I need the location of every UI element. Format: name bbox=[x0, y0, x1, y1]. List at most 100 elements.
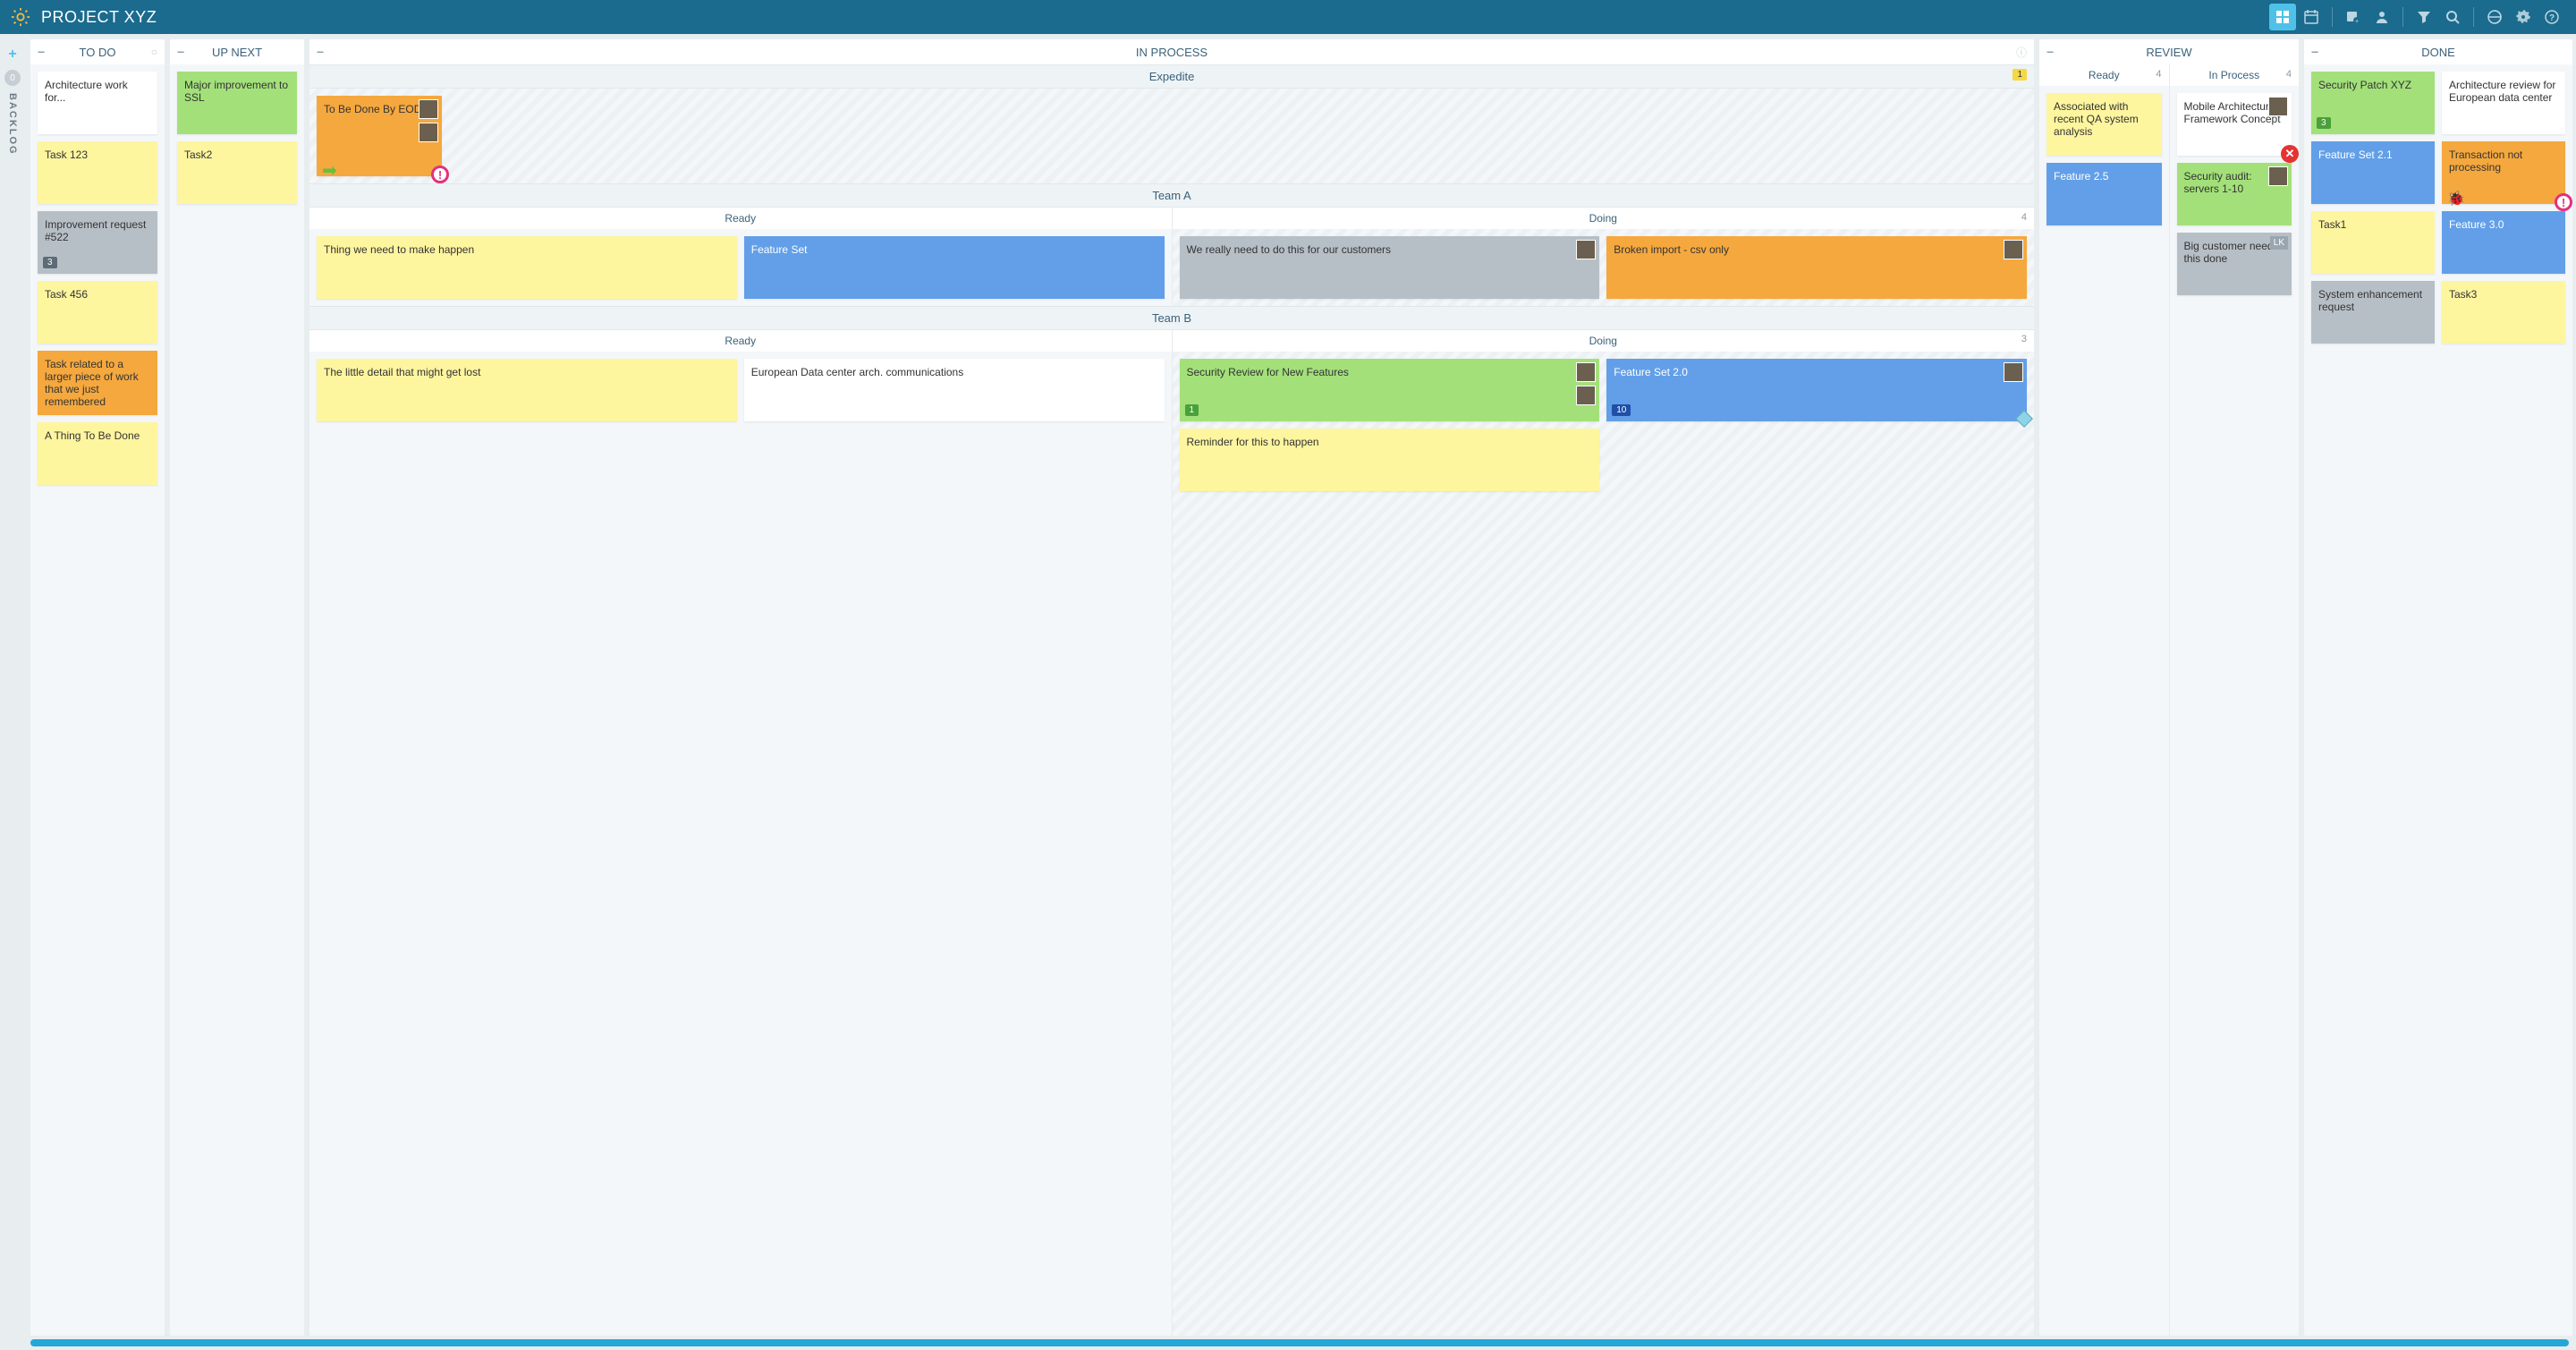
column-review: − REVIEW Ready 4 Associated with recent … bbox=[2039, 39, 2299, 1336]
collapse-icon[interactable]: − bbox=[177, 45, 184, 59]
card[interactable]: Big customer needs this doneLK bbox=[2177, 233, 2292, 295]
card[interactable]: Security audit: servers 1-10 bbox=[2177, 163, 2292, 225]
column-header-done[interactable]: − DONE bbox=[2304, 39, 2572, 64]
tag-icon bbox=[2015, 410, 2033, 428]
column-upnext: − UP NEXT Major improvement to SSL Task2 bbox=[170, 39, 304, 1336]
card[interactable]: Mobile Architecture Framework Concept✕ bbox=[2177, 93, 2292, 156]
horizontal-scrollbar[interactable] bbox=[30, 1339, 2569, 1346]
board-view-icon[interactable] bbox=[2269, 4, 2296, 30]
card[interactable]: Thing we need to make happen bbox=[317, 236, 737, 299]
card[interactable]: Feature 2.5 bbox=[2046, 163, 2162, 225]
collapse-icon[interactable]: − bbox=[317, 45, 324, 59]
card[interactable]: System enhancement request bbox=[2311, 281, 2435, 344]
column-header-inprocess[interactable]: − IN PROCESS ⓘ bbox=[309, 39, 2034, 64]
card-text: Major improvement to SSL bbox=[184, 79, 288, 104]
card-text: A Thing To Be Done bbox=[45, 429, 140, 442]
subcol-header[interactable]: Doing 3 bbox=[1173, 330, 2035, 352]
card[interactable]: Broken import - csv only bbox=[1606, 236, 2027, 299]
swimlane-team-a[interactable]: Team A bbox=[309, 183, 2034, 208]
card-text: Transaction not processing bbox=[2449, 149, 2522, 174]
column-menu-icon[interactable]: ○ bbox=[151, 46, 157, 58]
subcol-title: In Process bbox=[2208, 69, 2259, 81]
card[interactable]: We really need to do this for our custom… bbox=[1180, 236, 1600, 299]
subcol-header[interactable]: In Process 4 bbox=[2170, 64, 2300, 86]
info-icon[interactable]: ⓘ bbox=[2016, 45, 2027, 60]
card[interactable]: Feature Set bbox=[744, 236, 1165, 299]
card[interactable]: Feature Set 2.010 bbox=[1606, 359, 2027, 421]
card[interactable]: Task 123 bbox=[38, 141, 157, 204]
subcol-title: Doing bbox=[1589, 335, 1617, 347]
alert-icon: ! bbox=[431, 166, 449, 183]
card[interactable]: Security Review for New Features1 bbox=[1180, 359, 1600, 421]
card[interactable]: Improvement request #5223 bbox=[38, 211, 157, 274]
backlog-count-badge: 0 bbox=[4, 70, 21, 86]
card-text: Broken import - csv only bbox=[1614, 243, 1729, 256]
subcol-review-inprocess: In Process 4 Mobile Architecture Framewo… bbox=[2169, 64, 2300, 1336]
card-text: Task2 bbox=[184, 149, 212, 161]
column-header-upnext[interactable]: − UP NEXT bbox=[170, 39, 304, 64]
topbar-actions: + ? bbox=[2269, 4, 2565, 30]
svg-text:?: ? bbox=[2549, 13, 2555, 23]
gear-icon[interactable] bbox=[2510, 4, 2537, 30]
collapse-icon[interactable]: − bbox=[38, 45, 45, 59]
app-logo-icon bbox=[11, 7, 30, 27]
avatar-icon bbox=[419, 99, 438, 119]
collapse-icon[interactable]: − bbox=[2046, 45, 2054, 59]
card[interactable]: Major improvement to SSL bbox=[177, 72, 297, 134]
search-icon[interactable] bbox=[2439, 4, 2466, 30]
card[interactable]: Task3 bbox=[2442, 281, 2565, 344]
column-title: DONE bbox=[2421, 46, 2455, 59]
card[interactable]: Task1 bbox=[2311, 211, 2435, 274]
card[interactable]: The little detail that might get lost bbox=[317, 359, 737, 421]
avatar-icon bbox=[1576, 362, 1596, 382]
column-header-review[interactable]: − REVIEW bbox=[2039, 39, 2299, 64]
card[interactable]: Transaction not processing🐞! bbox=[2442, 141, 2565, 204]
avatar-icon bbox=[2004, 362, 2023, 382]
card-text: European Data center arch. communication… bbox=[751, 366, 963, 378]
card[interactable]: Task related to a larger piece of work t… bbox=[38, 351, 157, 415]
card[interactable]: Architecture review for European data ce… bbox=[2442, 72, 2565, 134]
card[interactable]: A Thing To Be Done bbox=[38, 422, 157, 485]
swimlane-expedite[interactable]: Expedite 1 bbox=[309, 64, 2034, 89]
subcol-count: 4 bbox=[2286, 69, 2292, 80]
avatar-icon bbox=[1576, 386, 1596, 405]
card-text: Task 456 bbox=[45, 288, 88, 301]
card-text: Task 123 bbox=[45, 149, 88, 161]
card[interactable]: To Be Done By EOD! ➡ ! bbox=[317, 96, 442, 176]
card[interactable]: Task2 bbox=[177, 141, 297, 204]
subcol-title: Doing bbox=[1589, 212, 1617, 225]
backlog-label[interactable]: BACKLOG bbox=[7, 93, 18, 156]
alert-icon: ! bbox=[2555, 193, 2572, 211]
card[interactable]: Feature Set 2.1 bbox=[2311, 141, 2435, 204]
forward-arrow-icon: ➡ bbox=[322, 159, 337, 182]
column-header-todo[interactable]: − TO DO ○ bbox=[30, 39, 165, 64]
collapse-icon[interactable]: − bbox=[2311, 45, 2318, 59]
column-inprocess: − IN PROCESS ⓘ Expedite 1 To Be Done By … bbox=[309, 39, 2034, 1336]
help-icon[interactable]: ? bbox=[2538, 4, 2565, 30]
globe-icon[interactable] bbox=[2481, 4, 2508, 30]
card[interactable]: European Data center arch. communication… bbox=[744, 359, 1165, 421]
card[interactable]: Associated with recent QA system analysi… bbox=[2046, 93, 2162, 156]
avatar-icon bbox=[2268, 166, 2288, 186]
subcol-header[interactable]: Ready bbox=[309, 208, 1172, 229]
user-icon[interactable] bbox=[2368, 4, 2395, 30]
project-title: PROJECT XYZ bbox=[41, 8, 157, 27]
card-text: Architecture review for European data ce… bbox=[2449, 79, 2555, 104]
backlog-rail: + 0 BACKLOG bbox=[0, 39, 25, 1336]
subcol-header[interactable]: Doing 4 bbox=[1173, 208, 2035, 229]
card-text: Security Patch XYZ bbox=[2318, 79, 2411, 91]
card[interactable]: Security Patch XYZ3 bbox=[2311, 72, 2435, 134]
subcol-header[interactable]: Ready bbox=[309, 330, 1172, 352]
filter-icon[interactable] bbox=[2411, 4, 2437, 30]
card[interactable]: Architecture work for... bbox=[38, 72, 157, 134]
card[interactable]: Reminder for this to happen bbox=[1180, 429, 1600, 491]
swimlane-team-b[interactable]: Team B bbox=[309, 306, 2034, 330]
subcol-header[interactable]: Ready 4 bbox=[2039, 64, 2169, 86]
card-badge: 10 bbox=[1612, 404, 1631, 416]
add-card-icon[interactable]: + bbox=[2340, 4, 2367, 30]
add-backlog-icon[interactable]: + bbox=[8, 47, 16, 63]
calendar-icon[interactable] bbox=[2298, 4, 2325, 30]
card[interactable]: Task 456 bbox=[38, 281, 157, 344]
card-text: Task3 bbox=[2449, 288, 2477, 301]
card[interactable]: Feature 3.0 bbox=[2442, 211, 2565, 274]
